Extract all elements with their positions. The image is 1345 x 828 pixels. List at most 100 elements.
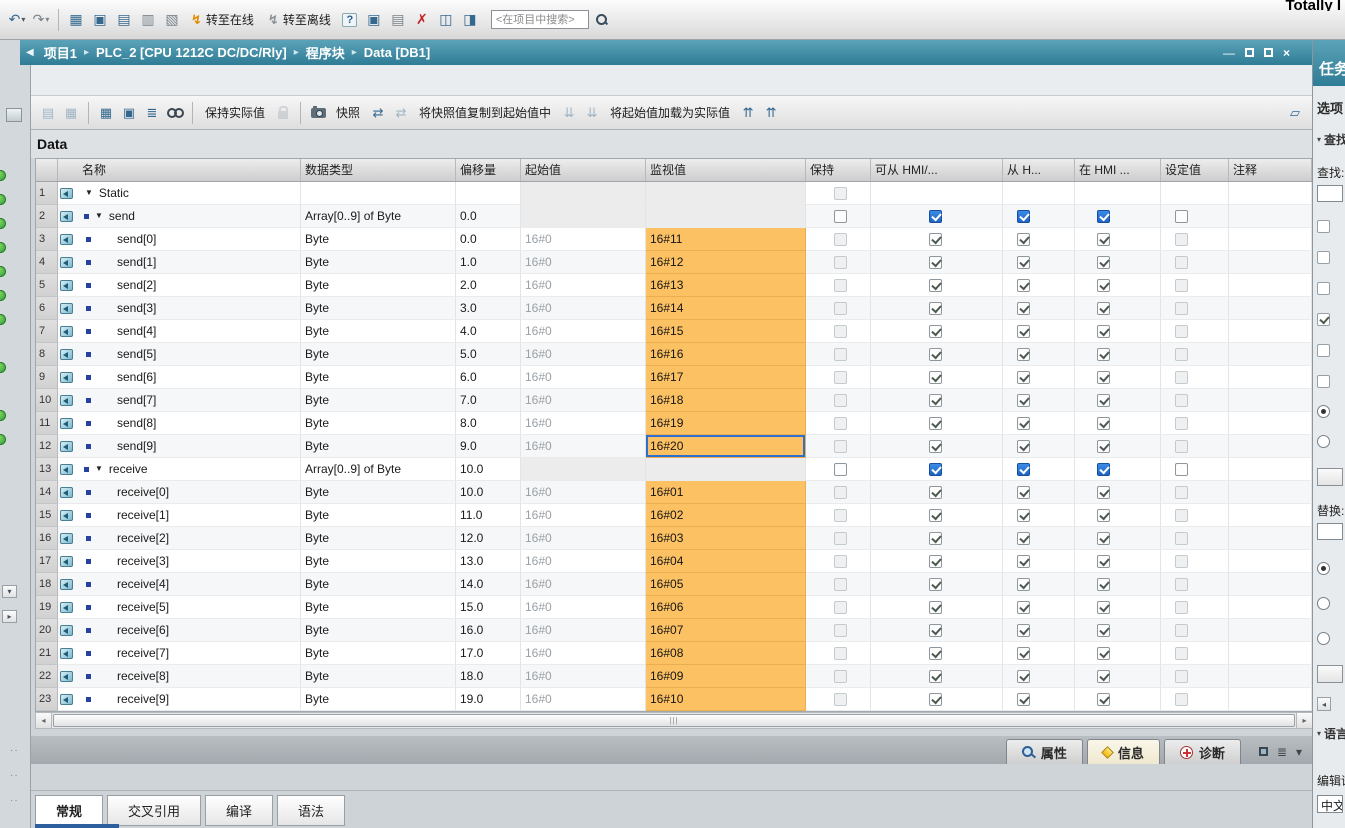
replace-input[interactable] [1317, 523, 1343, 540]
table-row[interactable]: 5send[2]Byte2.016#016#13 [36, 274, 1312, 297]
start-value-cell[interactable]: 16#0 [521, 389, 646, 412]
name-cell[interactable]: receive[9] [58, 688, 301, 711]
search-down-radio[interactable] [1317, 405, 1330, 418]
name-cell[interactable]: send[0] [58, 228, 301, 251]
hmi-visible-checkbox[interactable] [1097, 233, 1110, 246]
info-subtab[interactable]: 常规 [35, 795, 103, 826]
setpoint-checkbox[interactable] [1175, 509, 1188, 522]
load-up-icon[interactable]: ⇈ [738, 102, 758, 124]
monitor-value-cell[interactable]: 16#05 [646, 573, 806, 596]
start-value-cell[interactable]: 16#0 [521, 665, 646, 688]
data-type-cell[interactable]: Byte [301, 389, 456, 412]
monitor-value-cell[interactable]: 16#16 [646, 343, 806, 366]
hmi-accessible-checkbox[interactable] [929, 279, 942, 292]
monitor-value-cell[interactable]: 16#14 [646, 297, 806, 320]
column-header[interactable]: 设定值 [1161, 159, 1229, 181]
start-value-cell[interactable]: 16#0 [521, 366, 646, 389]
hmi-accessible-checkbox[interactable] [929, 532, 942, 545]
monitor-value-cell[interactable] [646, 182, 806, 205]
retain-checkbox[interactable] [834, 555, 847, 568]
search-up-radio[interactable] [1317, 435, 1330, 448]
pane-menu-icon[interactable]: ≣ [1277, 745, 1287, 759]
hmi-writable-checkbox[interactable] [1017, 348, 1030, 361]
hmi-writable-checkbox[interactable] [1017, 325, 1030, 338]
hmi-accessible-checkbox[interactable] [929, 233, 942, 246]
panel-scroll-left-icon[interactable]: ◂ [1317, 697, 1331, 711]
expand-arrow-icon[interactable]: ▼ [95, 205, 103, 227]
hmi-visible-checkbox[interactable] [1097, 578, 1110, 591]
detail-view-icon[interactable]: ▱ [1285, 102, 1305, 124]
name-cell[interactable]: ▼send [58, 205, 301, 228]
setpoint-checkbox[interactable] [1175, 486, 1188, 499]
comment-cell[interactable] [1229, 481, 1312, 504]
retain-checkbox[interactable] [834, 325, 847, 338]
hmi-visible-checkbox[interactable] [1097, 394, 1110, 407]
hmi-visible-checkbox[interactable] [1097, 279, 1110, 292]
hmi-writable-checkbox[interactable] [1017, 302, 1030, 315]
table-row[interactable]: 20receive[6]Byte16.016#016#07 [36, 619, 1312, 642]
start-value-cell[interactable]: 16#0 [521, 320, 646, 343]
monitor-all-icon[interactable] [165, 102, 185, 124]
setpoint-checkbox[interactable] [1175, 210, 1188, 223]
data-type-cell[interactable]: Byte [301, 251, 456, 274]
data-type-cell[interactable]: Byte [301, 297, 456, 320]
hmi-visible-checkbox[interactable] [1097, 624, 1110, 637]
tree-collapse-icon[interactable]: ▾ [2, 585, 17, 598]
hmi-writable-checkbox[interactable] [1017, 693, 1030, 706]
whole-document-radio[interactable] [1317, 562, 1330, 575]
name-cell[interactable]: ▼receive [58, 458, 301, 481]
snapshot-transfer-icon[interactable]: ⇄ [368, 102, 388, 124]
float-window-icon[interactable] [1245, 48, 1254, 57]
start-cpu-icon[interactable]: ▥ [137, 8, 159, 32]
start-value-cell[interactable]: 16#0 [521, 596, 646, 619]
name-cell[interactable]: send[5] [58, 343, 301, 366]
find-option-checkbox[interactable] [1317, 375, 1330, 388]
name-cell[interactable]: send[4] [58, 320, 301, 343]
hmi-writable-checkbox[interactable] [1017, 624, 1030, 637]
name-cell[interactable]: receive[0] [58, 481, 301, 504]
start-value-cell[interactable]: 16#0 [521, 481, 646, 504]
split-horizontal-icon[interactable]: ◫ [435, 8, 457, 32]
data-type-cell[interactable]: Byte [301, 573, 456, 596]
monitor-value-cell[interactable]: 16#08 [646, 642, 806, 665]
hmi-writable-checkbox[interactable] [1017, 394, 1030, 407]
comment-cell[interactable] [1229, 596, 1312, 619]
task-card-header[interactable]: 任务 [1313, 40, 1345, 86]
retain-checkbox[interactable] [834, 233, 847, 246]
breadcrumb-item[interactable]: PLC_2 [CPU 1212C DC/DC/Rly] [96, 45, 287, 60]
hmi-visible-checkbox[interactable] [1097, 325, 1110, 338]
setpoint-checkbox[interactable] [1175, 532, 1188, 545]
copy-down-icon[interactable]: ⇊ [559, 102, 579, 124]
hmi-accessible-checkbox[interactable] [929, 463, 942, 476]
setpoint-checkbox[interactable] [1175, 578, 1188, 591]
info-subtab[interactable]: 编译 [205, 795, 273, 826]
start-value-cell[interactable]: 16#0 [521, 688, 646, 711]
comment-cell[interactable] [1229, 642, 1312, 665]
data-type-cell[interactable]: Byte [301, 665, 456, 688]
hmi-writable-checkbox[interactable] [1017, 509, 1030, 522]
comment-cell[interactable] [1229, 527, 1312, 550]
table-row[interactable]: 14receive[0]Byte10.016#016#01 [36, 481, 1312, 504]
data-type-cell[interactable]: Byte [301, 320, 456, 343]
table-row[interactable]: 10send[7]Byte7.016#016#18 [36, 389, 1312, 412]
expand-arrow-icon[interactable]: ▼ [95, 458, 103, 480]
data-type-cell[interactable]: Array[0..9] of Byte [301, 458, 456, 481]
name-cell[interactable]: receive[1] [58, 504, 301, 527]
table-row[interactable]: 18receive[4]Byte14.016#016#05 [36, 573, 1312, 596]
monitor-value-cell[interactable]: 16#03 [646, 527, 806, 550]
monitor-value-cell[interactable]: 16#09 [646, 665, 806, 688]
find-option-checkbox[interactable] [1317, 251, 1330, 264]
start-value-cell[interactable]: 16#0 [521, 642, 646, 665]
name-cell[interactable]: send[8] [58, 412, 301, 435]
setpoint-checkbox[interactable] [1175, 279, 1188, 292]
hmi-accessible-checkbox[interactable] [929, 555, 942, 568]
retain-checkbox[interactable] [834, 624, 847, 637]
table-row[interactable]: 13▼receiveArray[0..9] of Byte10.0 [36, 458, 1312, 481]
splitter-grip[interactable]: ·· [10, 795, 19, 806]
monitor-value-cell[interactable] [646, 205, 806, 228]
setpoint-checkbox[interactable] [1175, 624, 1188, 637]
device-info-icon[interactable]: ▤ [387, 8, 409, 32]
find-button[interactable] [1317, 468, 1343, 486]
close-icon[interactable]: × [1283, 47, 1290, 59]
start-value-cell[interactable]: 16#0 [521, 412, 646, 435]
